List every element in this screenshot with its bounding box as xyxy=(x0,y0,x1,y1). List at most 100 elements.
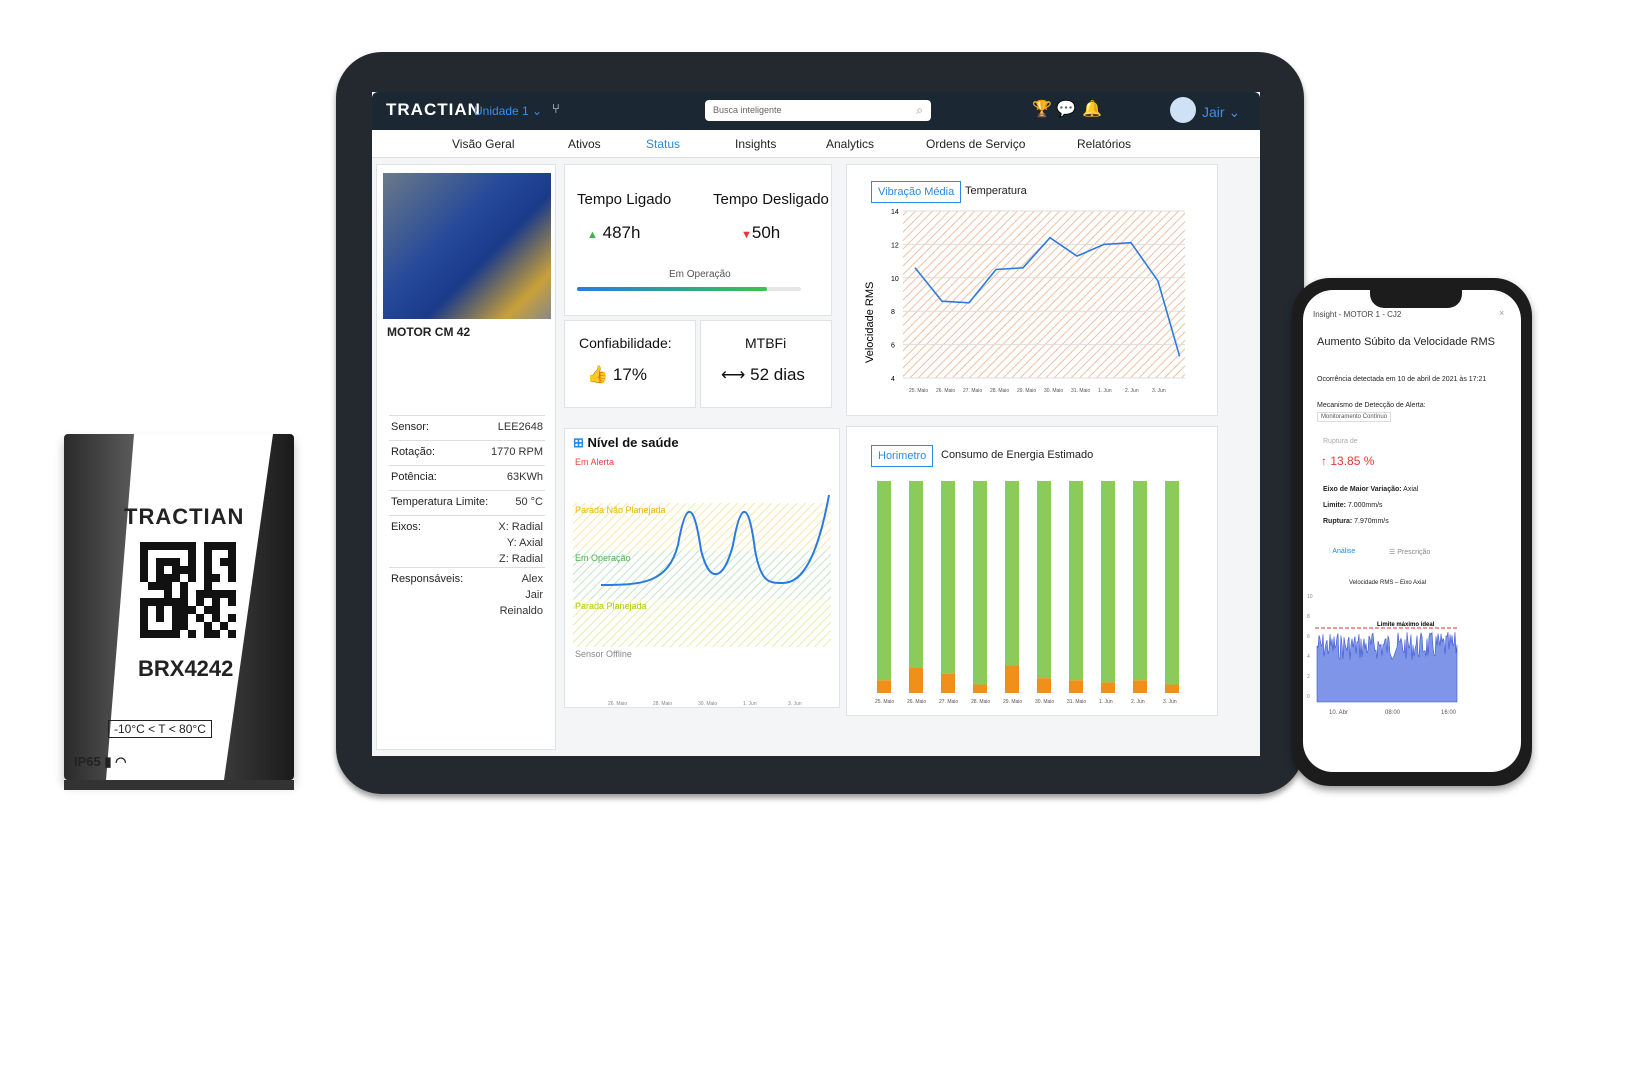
prop-value: Jair xyxy=(525,589,543,601)
x-tick: 30. Maio xyxy=(1035,699,1054,705)
phone-chart-title: Velocidade RMS – Eixo Axial xyxy=(1349,580,1427,586)
x-tick: 25. Maio xyxy=(875,699,894,705)
uptime-on-value: ▲ 487h xyxy=(587,223,641,242)
health-band-label: Parada Não Planejada xyxy=(575,505,666,515)
avatar[interactable] xyxy=(1170,97,1196,123)
bar-orange xyxy=(1101,682,1115,693)
filter-icon[interactable]: ⑂ xyxy=(552,101,560,116)
health-title: ⊞ Nível de saúde xyxy=(573,435,679,450)
nav-visao-geral[interactable]: Visão Geral xyxy=(452,137,514,151)
tab-analise[interactable]: ⫶ Análise xyxy=(1329,548,1355,556)
nav-analytics[interactable]: Analytics xyxy=(826,137,874,151)
tab-vibracao[interactable]: Vibração Média xyxy=(871,181,962,203)
prop-label: Temperatura Limite: xyxy=(391,496,489,508)
nav-bar: Visão Geral Ativos Status Insights Analy… xyxy=(372,130,1260,158)
x-tick: 1. Jun xyxy=(1099,699,1113,705)
bar-orange xyxy=(1069,680,1083,693)
nav-status[interactable]: Status xyxy=(646,137,680,151)
bar-green xyxy=(877,481,891,681)
chat-icon[interactable]: 💬 xyxy=(1056,99,1076,119)
uptime-on-label: Tempo Ligado xyxy=(577,191,672,208)
y-tick: 8 xyxy=(1307,614,1310,620)
y-axis-label: Velocidade RMS xyxy=(864,282,876,363)
bar-orange xyxy=(1133,680,1147,693)
prop-value: 63KWh xyxy=(506,471,543,483)
bar-green xyxy=(909,481,923,668)
sensor-body: TRACTIAN BRX4242 -10°C < T < 80°C IP65 ▮… xyxy=(64,434,294,780)
x-tick: 16:00 xyxy=(1441,710,1457,716)
sensor-brand: TRACTIAN xyxy=(124,504,245,529)
prop-label: Sensor: xyxy=(391,421,429,433)
chart-icon: ⫶ xyxy=(1329,548,1331,555)
sensor-temp-range: -10°C < T < 80°C xyxy=(108,720,212,738)
interval-icon: ⟷ xyxy=(721,365,746,384)
x-tick: 29. Maio xyxy=(1017,388,1036,394)
phone-screen: Insight - MOTOR 1 - CJ2 × Aumento Súbito… xyxy=(1303,290,1521,772)
reliability-value: 👍 17% xyxy=(587,365,647,384)
chart-background xyxy=(903,211,1185,378)
asset-name: MOTOR CM 42 xyxy=(387,325,471,339)
health-band-label: Em Alerta xyxy=(575,457,614,467)
tick-label: 3. Jun xyxy=(788,701,802,707)
unit-selector[interactable]: Unidade 1 ⌄ xyxy=(474,104,542,118)
nav-ordens[interactable]: Ordens de Serviço xyxy=(926,137,1025,151)
bar-orange xyxy=(1005,665,1019,693)
search-input[interactable]: Busca inteligente ⌕ xyxy=(705,100,931,121)
bar-orange xyxy=(909,667,923,693)
rupt-row: Ruptura: 7.970mm/s xyxy=(1323,518,1389,525)
bell-icon[interactable]: 🔔 xyxy=(1082,99,1102,119)
mech-label: Mecanismo de Detecção de Alerta: xyxy=(1317,402,1426,409)
x-tick: 10. Abr xyxy=(1329,710,1348,716)
trophy-icon[interactable]: 🏆 xyxy=(1032,99,1052,119)
axis-row: Eixo de Maior Variação: Axial xyxy=(1323,486,1419,493)
health-band-label: Sensor Offline xyxy=(575,649,632,659)
uptime-card: Tempo Ligado Tempo Desligado ▲ 487h ▼50h… xyxy=(564,164,832,316)
health-band-label: Parada Planejada xyxy=(575,601,647,611)
tab-temperatura[interactable]: Temperatura xyxy=(959,181,1033,201)
y-tick: 12 xyxy=(891,242,899,249)
health-icon: ⊞ xyxy=(573,435,584,450)
mtbf-label: MTBFi xyxy=(745,335,787,351)
nav-ativos[interactable]: Ativos xyxy=(568,137,601,151)
prop-value: Reinaldo xyxy=(499,605,543,617)
tab-consumo[interactable]: Consumo de Energia Estimado xyxy=(935,445,1099,465)
y-tick: 6 xyxy=(891,343,895,350)
sensor-device: TRACTIAN BRX4242 -10°C < T < 80°C IP65 ▮… xyxy=(64,434,294,790)
arrow-up-icon: ↑ xyxy=(1321,454,1327,468)
bar-green xyxy=(1101,481,1115,683)
nav-relatorios[interactable]: Relatórios xyxy=(1077,137,1131,151)
y-tick: 14 xyxy=(891,209,899,216)
bar-green xyxy=(1037,481,1051,679)
x-tick: 28. Maio xyxy=(990,388,1009,394)
x-tick: 3. Jun xyxy=(1163,699,1177,705)
tick-label: 28. Maio xyxy=(653,701,672,707)
bar-green xyxy=(1133,481,1147,681)
arrow-down-icon: ▼ xyxy=(741,229,752,241)
threshold-label: Limite máximo ideal xyxy=(1377,622,1435,628)
insight-title: Aumento Súbito da Velocidade RMS xyxy=(1317,336,1495,348)
tick-label: 1. Jun xyxy=(743,701,757,707)
nav-insights[interactable]: Insights xyxy=(735,137,776,151)
mech-value: Monitoramento Contínuo xyxy=(1317,412,1392,422)
y-tick: 10 xyxy=(891,276,899,283)
search-icon: ⌕ xyxy=(916,103,923,117)
user-menu[interactable]: Jair ⌄ xyxy=(1202,104,1240,121)
app-logo: TRACTIAN xyxy=(386,100,481,119)
tab-prescricao[interactable]: ☰ Prescrição xyxy=(1389,548,1430,556)
tab-horimetro[interactable]: Horimetro xyxy=(871,445,934,467)
bar-green xyxy=(1005,481,1019,666)
vibration-chart: 14 12 10 8 6 4 25. Maio 26. Maio 27. Maio 28. Mai… xyxy=(864,209,1185,394)
phone-notch xyxy=(1370,286,1462,308)
close-icon[interactable]: × xyxy=(1499,308,1504,318)
prop-value: Y: Axial xyxy=(506,537,543,549)
x-tick: 29. Maio xyxy=(1003,699,1022,705)
y-tick: 4 xyxy=(1307,654,1310,660)
x-tick: 30. Maio xyxy=(1044,388,1063,394)
prop-label: Responsáveis: xyxy=(391,573,464,585)
x-tick: 26. Maio xyxy=(936,388,955,394)
bar-green xyxy=(1069,481,1083,681)
x-tick: 2. Jun xyxy=(1125,388,1139,394)
status-label: Em Operação xyxy=(669,269,731,280)
y-tick: 10 xyxy=(1307,594,1313,600)
reliability-card: Confiabilidade: 👍 17% xyxy=(564,320,696,408)
